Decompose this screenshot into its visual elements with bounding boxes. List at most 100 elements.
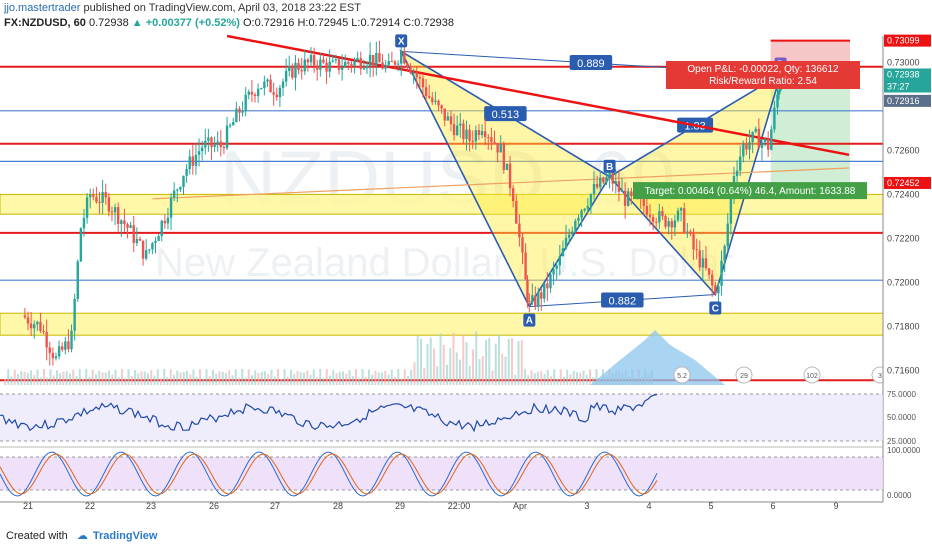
candle-body — [465, 129, 468, 140]
price-tick-label: 0.72200 — [887, 233, 920, 243]
candle-body — [179, 187, 182, 190]
volume-bar — [468, 365, 471, 385]
candle-body — [89, 194, 92, 198]
candle-body — [726, 223, 729, 247]
volume-bar — [345, 373, 348, 385]
candle-body — [110, 211, 114, 213]
volume-bar — [322, 378, 325, 385]
volume-bar — [576, 372, 578, 385]
volume-bar — [582, 370, 585, 385]
candle-body — [673, 220, 677, 228]
candle-body — [48, 347, 51, 353]
volume-bar — [267, 373, 270, 385]
volume-bar — [426, 343, 429, 385]
volume-bar — [108, 370, 110, 385]
price-chart[interactable]: NZDUSD, 60New Zealand Dollar / U.S. Doll… — [0, 0, 932, 525]
candle-body — [197, 151, 201, 155]
volume-bar — [215, 373, 218, 385]
candle-body — [160, 220, 163, 236]
volume-bar — [358, 378, 361, 385]
candle-body — [526, 279, 529, 302]
volume-bar — [540, 371, 543, 385]
candle-body — [51, 352, 55, 359]
candle-body — [372, 54, 375, 66]
volume-bar — [400, 378, 403, 385]
volume-bar — [309, 374, 312, 385]
candle-body — [384, 64, 387, 69]
volume-bar — [228, 370, 231, 385]
candle-body — [515, 201, 518, 224]
volume-bar — [446, 364, 448, 385]
volume-bar — [342, 371, 344, 385]
candle-body — [45, 331, 48, 348]
volume-bar — [407, 375, 409, 385]
volume-bar — [299, 372, 302, 385]
volume-bar — [316, 377, 318, 385]
volume-bar — [78, 369, 81, 385]
candle-body — [717, 285, 720, 294]
volume-bar — [208, 376, 211, 385]
candle-body — [459, 123, 462, 126]
candle-body — [583, 208, 586, 211]
candle-body — [266, 79, 269, 82]
volume-bar — [277, 369, 279, 385]
candle-body — [291, 66, 294, 78]
volume-bar — [335, 373, 338, 385]
event-label-1: 29 — [740, 373, 748, 380]
candle-body — [580, 210, 583, 218]
volume-bar — [351, 375, 354, 385]
candle-body — [558, 255, 562, 266]
candle-body — [182, 175, 185, 188]
candle-body — [169, 197, 173, 218]
candle-body — [748, 142, 751, 150]
volume-bar — [488, 338, 491, 385]
tradingview-brand[interactable]: TradingView — [93, 530, 158, 542]
candle-body — [602, 177, 605, 183]
candle-body — [676, 210, 680, 221]
candle-body — [132, 225, 135, 244]
candle-body — [521, 237, 524, 253]
candle-body — [365, 65, 369, 69]
candle-body — [76, 261, 79, 299]
candle-body — [33, 324, 36, 329]
price-tick-label: 0.72000 — [887, 277, 920, 287]
candle-body — [455, 125, 459, 136]
footer: Created with ☁ TradingView — [0, 525, 932, 550]
candle-body — [319, 59, 322, 70]
candle-body — [328, 61, 331, 72]
stoch-tick-label: 0.0000 — [887, 491, 912, 500]
volume-bar — [436, 366, 439, 385]
candle-body — [574, 220, 577, 232]
candle-body — [359, 58, 362, 69]
candle-body — [200, 147, 204, 152]
candle-body — [57, 346, 61, 357]
volume-bar — [179, 372, 182, 385]
candle-body — [396, 63, 400, 65]
volume-bar — [46, 377, 49, 385]
candle-body — [79, 228, 83, 262]
volume-bar — [273, 376, 276, 385]
candle-body — [686, 231, 689, 233]
volume-bar — [153, 375, 156, 385]
volume-bar — [462, 335, 465, 385]
time-tick-label: 22 — [85, 501, 95, 511]
candle-body — [67, 341, 70, 350]
volume-bar — [494, 343, 497, 385]
rsi-tick-label: 75.0000 — [887, 390, 916, 399]
volume-bar — [26, 372, 29, 385]
volume-bar — [465, 342, 468, 385]
candle-body — [241, 111, 244, 113]
candle-body — [412, 72, 415, 74]
volume-bar — [137, 373, 140, 385]
candle-body — [561, 248, 565, 256]
target-text: Target: 0.00464 (0.64%) 46.4, Amount: 16… — [645, 186, 856, 197]
volume-bar — [517, 341, 520, 385]
candle-body — [390, 61, 394, 63]
price-tag-entry: 0.72916 — [887, 96, 920, 106]
rsi-band — [0, 394, 883, 441]
candle-body — [232, 122, 235, 126]
volume-bar — [221, 371, 224, 385]
candle-body — [375, 52, 378, 66]
candle-body — [770, 129, 773, 150]
candle-body — [555, 265, 558, 270]
